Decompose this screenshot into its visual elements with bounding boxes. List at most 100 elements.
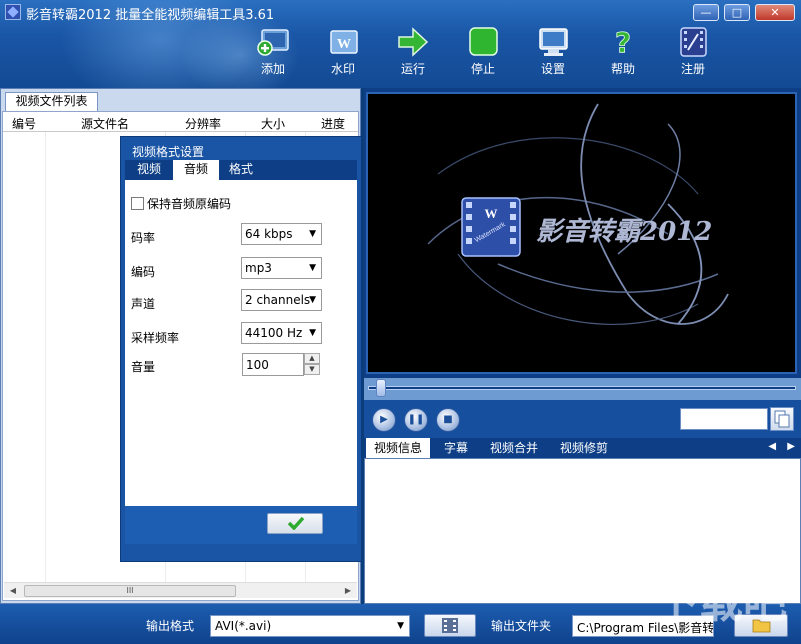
header-area: 影音转霸2012 批量全能视频编辑工具3.61 — □ ✕ 添加 W 水印 运行… — [0, 0, 801, 88]
tab-video[interactable]: 视频 — [131, 160, 167, 180]
channels-label: 声道 — [131, 297, 156, 311]
stop-icon — [466, 26, 500, 58]
scroll-thumb[interactable]: III — [24, 585, 236, 597]
watermark-icon: W — [326, 26, 360, 58]
add-button[interactable]: 添加 — [243, 26, 303, 78]
register-label: 注册 — [680, 62, 705, 76]
chevron-down-icon: ▼ — [309, 328, 316, 338]
video-format-dialog: 视频格式设置 视频 音频 格式 保持音频原编码 码率 64 kbps ▼ 编码 … — [120, 136, 362, 562]
dialog-footer — [125, 506, 357, 544]
logo-badge: W — [485, 206, 498, 221]
pause-button[interactable]: ❚❚ — [404, 408, 428, 432]
column-header-progress[interactable]: 进度 — [321, 115, 345, 132]
output-folder-label: 输出文件夹 — [491, 619, 552, 633]
codec-label: 编码 — [131, 265, 156, 279]
maximize-button[interactable]: □ — [724, 4, 750, 21]
close-button[interactable]: ✕ — [755, 4, 795, 21]
tab-video-merge[interactable]: 视频合并 — [490, 438, 538, 458]
output-format-label: 输出格式 — [146, 619, 195, 633]
file-list-header: 编号 源文件名 分辨率 大小 进度 — [3, 112, 358, 132]
column-header-index[interactable]: 编号 — [12, 115, 36, 132]
confirm-button[interactable] — [267, 513, 323, 534]
output-format-select[interactable]: AVI(*.avi) ▼ — [210, 615, 410, 637]
video-preview[interactable]: W Watermark 影音转霸2012 — [366, 92, 797, 374]
add-video-icon — [256, 26, 290, 58]
add-label: 添加 — [260, 62, 285, 76]
keep-audio-checkbox[interactable] — [131, 197, 144, 210]
tab-video-trim[interactable]: 视频修剪 — [560, 438, 608, 458]
column-header-resolution[interactable]: 分辨率 — [185, 115, 221, 132]
column-header-filename[interactable]: 源文件名 — [81, 115, 129, 132]
tab-subtitles[interactable]: 字幕 — [444, 438, 468, 458]
volume-value: 100 — [246, 358, 269, 372]
bitrate-select[interactable]: 64 kbps ▼ — [241, 223, 322, 245]
app-icon — [5, 4, 21, 20]
seek-bar[interactable] — [364, 378, 801, 400]
help-button[interactable]: ? 帮助 — [593, 26, 653, 78]
codec-value: mp3 — [245, 261, 272, 275]
preview-splash: W Watermark 影音转霸2012 — [427, 103, 729, 325]
monitor-settings-icon — [536, 26, 570, 58]
play-icon: ▶ — [380, 414, 388, 425]
watermark-label: 水印 — [330, 62, 355, 76]
dialog-tabs: 视频 音频 格式 — [125, 160, 357, 180]
run-label: 运行 — [400, 62, 425, 76]
copy-icon — [774, 410, 790, 428]
info-tabs: 视频信息 字幕 视频合并 视频修剪 ◀ ▶ — [364, 438, 801, 458]
svg-text:?: ? — [615, 26, 631, 58]
tab-audio[interactable]: 音频 — [173, 160, 219, 180]
title-bar[interactable]: 影音转霸2012 批量全能视频编辑工具3.61 — □ ✕ — [0, 0, 801, 24]
tab-file-list[interactable]: 视频文件列表 — [5, 92, 98, 111]
bitrate-value: 64 kbps — [245, 227, 293, 241]
tab-prev-icon[interactable]: ◀ — [768, 441, 776, 452]
preview-logo-text: 影音转霸2012 — [536, 217, 712, 247]
chevron-down-icon: ▼ — [309, 263, 316, 273]
chevron-down-icon: ▼ — [397, 621, 404, 631]
film-strip-icon — [442, 618, 458, 633]
samplerate-value: 44100 Hz — [245, 326, 303, 340]
dialog-title: 视频格式设置 — [132, 145, 205, 159]
settings-label: 设置 — [540, 62, 565, 76]
tab-format[interactable]: 格式 — [223, 160, 259, 180]
play-button[interactable]: ▶ — [372, 408, 396, 432]
help-question-icon: ? — [606, 26, 640, 60]
format-settings-button[interactable] — [424, 614, 476, 637]
checkmark-icon — [287, 516, 305, 530]
spin-down-icon[interactable]: ▼ — [304, 364, 320, 375]
help-label: 帮助 — [610, 62, 635, 76]
column-header-size[interactable]: 大小 — [261, 115, 285, 132]
run-arrow-icon — [396, 26, 430, 58]
column-divider — [45, 132, 46, 582]
seek-track[interactable] — [368, 386, 796, 390]
time-input[interactable] — [680, 408, 768, 430]
window-title: 影音转霸2012 批量全能视频编辑工具3.61 — [26, 8, 275, 23]
keep-audio-label: 保持音频原编码 — [147, 197, 232, 211]
scroll-right-arrow-icon[interactable]: ▶ — [342, 585, 354, 597]
tab-video-info[interactable]: 视频信息 — [366, 438, 431, 458]
spin-up-icon[interactable]: ▲ — [304, 353, 320, 364]
audio-settings-body: 保持音频原编码 码率 64 kbps ▼ 编码 mp3 ▼ 声道 2 chann… — [125, 180, 357, 506]
seek-handle[interactable] — [376, 379, 386, 397]
watermark-button[interactable]: W 水印 — [313, 26, 373, 78]
channels-select[interactable]: 2 channels ▼ — [241, 289, 322, 311]
tab-next-icon[interactable]: ▶ — [787, 441, 795, 452]
scroll-left-arrow-icon[interactable]: ◀ — [7, 585, 19, 597]
channels-value: 2 channels — [245, 293, 311, 307]
chevron-down-icon: ▼ — [309, 295, 316, 305]
samplerate-select[interactable]: 44100 Hz ▼ — [241, 322, 322, 344]
stop-button[interactable]: 停止 — [453, 26, 513, 78]
samplerate-label: 采样频率 — [131, 331, 180, 345]
register-film-icon — [676, 26, 710, 58]
tab-scroll-arrows: ◀ ▶ — [768, 441, 795, 452]
output-format-value: AVI(*.avi) — [215, 619, 272, 633]
volume-label: 音量 — [131, 360, 156, 374]
minimize-button[interactable]: — — [693, 4, 719, 21]
run-button[interactable]: 运行 — [383, 26, 443, 78]
volume-stepper[interactable]: 100 — [242, 353, 304, 376]
register-button[interactable]: 注册 — [663, 26, 723, 78]
codec-select[interactable]: mp3 ▼ — [241, 257, 322, 279]
horizontal-scrollbar[interactable]: ◀ III ▶ — [4, 582, 357, 598]
settings-button[interactable]: 设置 — [523, 26, 583, 78]
stop-playback-button[interactable]: ■ — [436, 408, 460, 432]
copy-button[interactable] — [770, 407, 794, 431]
